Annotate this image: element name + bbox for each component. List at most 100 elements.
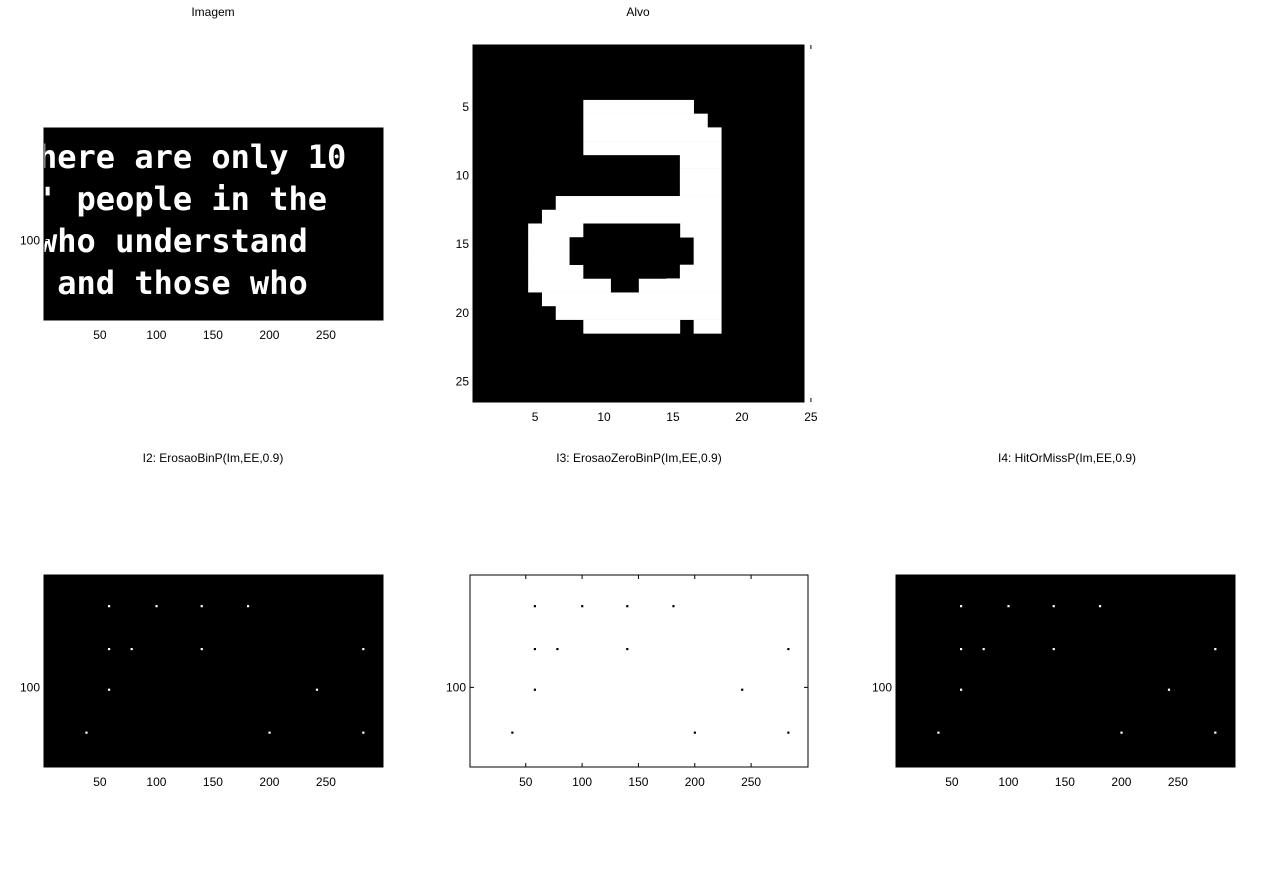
detection-point	[1052, 647, 1055, 651]
x-tick-label: 200	[1111, 775, 1131, 789]
x-tick-label: 15	[666, 410, 680, 424]
detection-point	[959, 647, 963, 651]
image-background	[896, 575, 1235, 767]
x-tick-label: 100	[998, 775, 1018, 789]
x-tick-label: 200	[685, 775, 705, 789]
detection-point	[533, 688, 536, 691]
image-text-line: ' people in the	[38, 180, 327, 218]
glyph-pixel-run	[679, 264, 722, 279]
panel-i3: I3: ErosaoZeroBinP(Im,EE,0.9) 50 100 150 200…	[446, 451, 809, 789]
detection-point	[672, 605, 675, 608]
detection-point	[1098, 605, 1102, 608]
panel-imagem: Imagem here are only 10 ' people in the who…	[20, 5, 384, 342]
detection-point	[1120, 731, 1123, 734]
glyph-pixel-run	[541, 292, 722, 307]
y-tick-label: 10	[456, 168, 470, 182]
glyph-pixel-run	[583, 113, 708, 128]
glyph-pixel-run	[679, 168, 722, 183]
detection-point	[626, 605, 629, 608]
glyph-pixel-run	[693, 319, 722, 334]
x-tick-label: 150	[1055, 775, 1075, 789]
image-background	[44, 575, 383, 767]
x-tick-label: 100	[572, 775, 592, 789]
image-text-line: here are only 10	[38, 138, 346, 176]
glyph-pixel-run	[583, 99, 694, 114]
detection-point	[1214, 731, 1217, 734]
detection-point	[533, 605, 536, 608]
detection-point	[533, 647, 536, 651]
glyph-pixel-run	[679, 154, 722, 169]
x-tick-label: 150	[628, 775, 648, 789]
glyph-hole-run	[583, 223, 681, 238]
panel-i2: I2: ErosaoBinP(Im,EE,0.9) 50 100 150 200 250 1…	[20, 451, 384, 789]
glyph-pixel-run	[541, 209, 722, 224]
detection-point	[362, 731, 365, 734]
panel-title: I3: ErosaoZeroBinP(Im,EE,0.9)	[556, 451, 721, 465]
glyph-pixel-run	[583, 319, 681, 334]
glyph-pixel-run	[693, 237, 722, 252]
detection-point	[959, 688, 963, 691]
detection-point	[626, 647, 629, 651]
glyph-pixel-run	[638, 278, 722, 293]
x-tick-label: 200	[259, 328, 279, 342]
glyph-pixel-run	[583, 127, 722, 142]
image-background	[470, 575, 808, 767]
x-tick-label: 5	[532, 410, 539, 424]
detection-point	[362, 647, 365, 651]
detection-point	[268, 731, 271, 734]
y-tick-label: 20	[456, 306, 470, 320]
detection-point	[937, 731, 940, 734]
detection-point	[741, 688, 744, 691]
detection-point	[1007, 605, 1010, 608]
detection-point	[1167, 688, 1171, 691]
y-tick-label: 100	[20, 233, 40, 247]
x-tick-label: 50	[93, 775, 107, 789]
glyph-pixel-run	[555, 305, 722, 320]
glyph-hole-run	[569, 250, 681, 265]
x-tick-label: 100	[146, 775, 166, 789]
detection-point	[1214, 647, 1217, 651]
panel-title: I4: HitOrMissP(Im,EE,0.9)	[998, 451, 1136, 465]
y-tick-label: 25	[456, 374, 470, 388]
y-tick-label: 100	[446, 680, 466, 694]
glyph-hole-run	[583, 264, 667, 279]
image-text-line: who understand	[38, 222, 308, 260]
x-tick-label: 200	[259, 775, 279, 789]
image-text-line: and those who	[38, 264, 308, 302]
detection-point	[130, 647, 133, 651]
panel-title: Imagem	[191, 5, 234, 19]
y-tick-label: 100	[872, 680, 892, 694]
detection-point	[107, 605, 111, 608]
panel-alvo: Alvo 5 10 15 20 25 5 10 15 20 25	[456, 5, 818, 424]
x-tick-label: 10	[597, 410, 611, 424]
x-tick-label: 100	[146, 328, 166, 342]
x-tick-label: 250	[741, 775, 761, 789]
x-tick-label: 250	[316, 328, 336, 342]
figure-canvas: Imagem here are only 10 ' people in the who…	[20, 5, 1236, 789]
detection-point	[246, 605, 250, 608]
glyph-pixel-run	[679, 182, 722, 197]
detection-point	[959, 605, 963, 608]
detection-point	[155, 605, 158, 608]
detection-point	[693, 731, 696, 734]
x-tick-label: 20	[735, 410, 749, 424]
panel-i4: I4: HitOrMissP(Im,EE,0.9) 50 100 150 200 250 1…	[872, 451, 1236, 789]
glyph-hole-run	[610, 278, 639, 293]
x-tick-label: 250	[316, 775, 336, 789]
x-tick-label: 25	[804, 410, 818, 424]
x-tick-label: 50	[519, 775, 533, 789]
y-tick-label: 5	[462, 100, 469, 114]
detection-point	[511, 731, 514, 734]
y-tick-label: 100	[20, 680, 40, 694]
glyph-pixel-run	[555, 196, 722, 211]
x-tick-label: 250	[1168, 775, 1188, 789]
y-tick-label: 15	[456, 237, 470, 251]
detection-point	[107, 688, 111, 691]
detection-point	[1052, 605, 1055, 608]
panel-title: I2: ErosaoBinP(Im,EE,0.9)	[143, 451, 284, 465]
x-tick-label: 150	[203, 775, 223, 789]
glyph-pixel-run	[693, 250, 722, 265]
panel-title: Alvo	[626, 5, 650, 19]
detection-point	[982, 647, 985, 651]
detection-point	[787, 647, 790, 651]
